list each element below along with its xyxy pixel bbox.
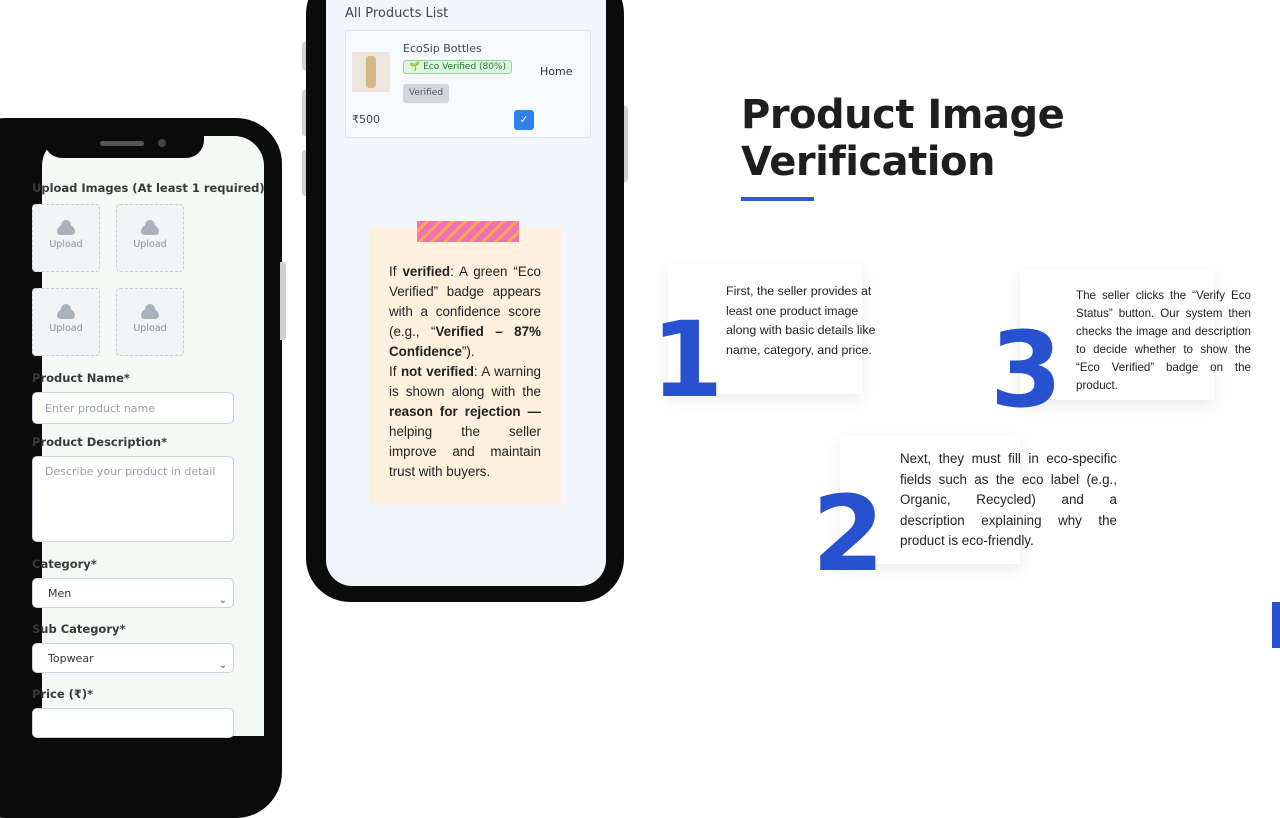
- edge-accent-bar: [1272, 602, 1280, 648]
- product-name-input[interactable]: Enter product name: [32, 392, 234, 424]
- upload-slot-3[interactable]: Upload: [32, 288, 100, 356]
- note-bold-run: verified: [402, 264, 451, 279]
- product-name-label: Product Name*: [32, 371, 130, 385]
- verified-status-badge: Verified: [403, 84, 449, 103]
- slide-title-line: Product Image: [741, 92, 1065, 138]
- chevron-down-icon: ⌄: [218, 595, 227, 606]
- chevron-down-icon: ⌄: [218, 660, 227, 671]
- upload-images-label: Upload Images (At least 1 required): [32, 181, 265, 195]
- eco-verified-badge: 🌱 Eco Verified (80%): [403, 60, 513, 74]
- product-thumbnail: [352, 52, 390, 92]
- category-value: Men: [48, 587, 72, 600]
- category-select[interactable]: Men ⌄: [32, 578, 234, 608]
- cloud-upload-icon: [141, 220, 159, 235]
- product-category: Home: [540, 65, 573, 78]
- step-text-1: First, the seller provides at least one …: [726, 284, 876, 357]
- note-text-run: helping the seller improve and maintain …: [389, 424, 541, 479]
- phone-side-button: [280, 262, 286, 340]
- upload-slot-label: Upload: [133, 323, 167, 334]
- cloud-upload-icon: [57, 220, 75, 235]
- product-description-textarea[interactable]: Describe your product in detail: [32, 456, 234, 542]
- phone-camera: [158, 139, 166, 147]
- product-name: EcoSip Bottles: [403, 42, 482, 55]
- upload-slot-label: Upload: [49, 239, 83, 250]
- subcategory-select[interactable]: Topwear ⌄: [32, 643, 234, 673]
- product-price: ₹500: [352, 113, 380, 126]
- select-checkbox[interactable]: ✓: [514, 110, 534, 130]
- phone-notch: [44, 118, 204, 158]
- product-description-label: Product Description*: [32, 435, 168, 449]
- upload-slot-label: Upload: [49, 323, 83, 334]
- category-label: Category*: [32, 557, 97, 571]
- note-text-run: If: [389, 364, 401, 379]
- upload-slot-label: Upload: [133, 239, 167, 250]
- note-bold-run: reason for rejection —: [389, 404, 541, 419]
- step-number-1: 1: [651, 299, 724, 421]
- subcategory-label: Sub Category*: [32, 622, 126, 636]
- washi-tape: [417, 221, 519, 242]
- cloud-upload-icon: [141, 304, 159, 319]
- step-text-3: The seller clicks the “Verify Eco Status…: [1076, 289, 1251, 392]
- step-number-2: 2: [812, 473, 885, 595]
- subcategory-value: Topwear: [48, 652, 94, 665]
- slide-title-line: Verification: [741, 139, 995, 185]
- note-text-run: ”).: [461, 344, 475, 359]
- cloud-upload-icon: [57, 304, 75, 319]
- upload-slot-4[interactable]: Upload: [116, 288, 184, 356]
- step-text-2: Next, they must fill in eco-specific fie…: [900, 451, 1117, 548]
- upload-slot-1[interactable]: Upload: [32, 204, 100, 272]
- step-number-3: 3: [990, 309, 1063, 431]
- sticky-note-text: If verified: A green “Eco Verified” badg…: [389, 262, 541, 482]
- title-underline: [741, 197, 814, 201]
- price-label: Price (₹)*: [32, 687, 94, 701]
- note-bold-run: not verified: [400, 364, 474, 379]
- price-input[interactable]: [32, 708, 234, 738]
- note-text-run: If: [389, 264, 403, 279]
- upload-slot-2[interactable]: Upload: [116, 204, 184, 272]
- products-list-title: All Products List: [345, 6, 449, 21]
- phone-speaker: [100, 141, 144, 146]
- slide-title: Product Image Verification: [741, 92, 1065, 186]
